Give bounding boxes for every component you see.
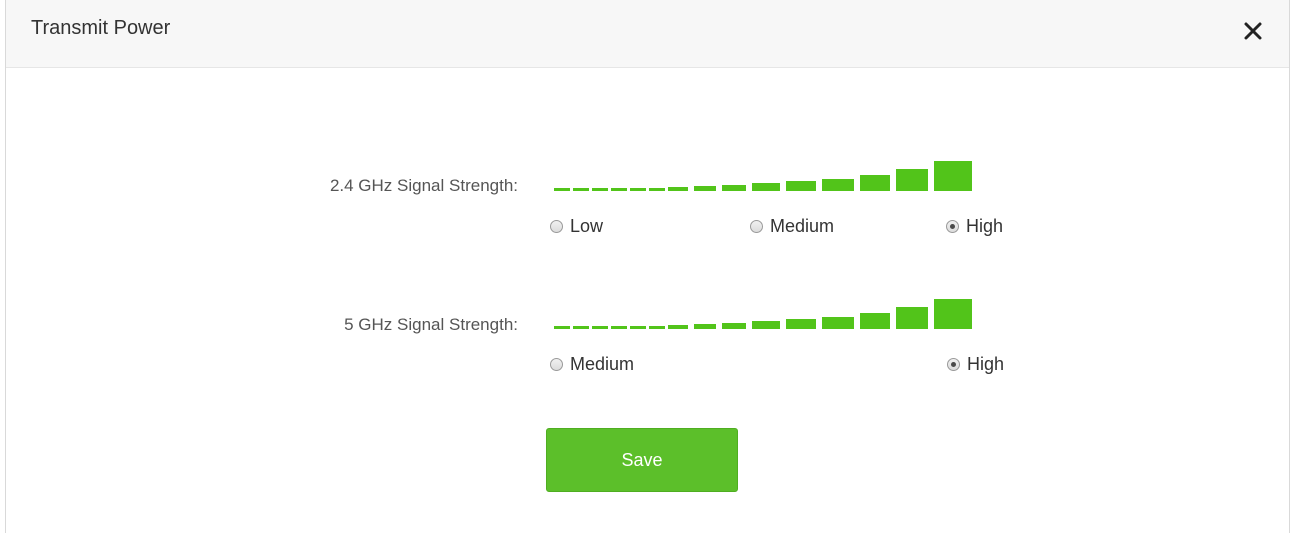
strength-bar-segment [592,326,608,329]
dialog-title: Transmit Power [31,17,171,39]
band-24-radio-group: Low Medium High [546,214,1026,238]
band-5-label: 5 GHz Signal Strength: [344,315,518,334]
strength-bar-segment [611,326,627,329]
band-24-label: 2.4 GHz Signal Strength: [329,176,518,195]
strength-bar-segment [786,319,816,329]
strength-bar-segment [649,326,665,329]
strength-bar-segment [630,188,646,191]
strength-bars-graphic [554,299,972,329]
strength-bar-segment [722,323,746,329]
strength-bar-segment [554,326,570,329]
radio-medium-indicator [550,357,563,371]
strength-bar-segment [860,313,890,329]
strength-bar-segment [611,188,627,191]
strength-bar-segment [554,188,570,191]
band-24-option-high[interactable]: High [946,214,1003,238]
strength-bar-segment [896,307,928,329]
strength-bar-segment [822,317,854,329]
band-24-strength-bars [546,160,1031,192]
strength-bar-segment [752,183,780,191]
strength-bar-segment [722,185,746,191]
close-icon[interactable] [1241,19,1265,43]
band-5-option-medium[interactable]: Medium [550,352,634,376]
radio-medium-label: Medium [570,353,635,374]
strength-bar-segment [896,169,928,191]
transmit-power-dialog: Transmit Power 2.4 GHz Signal Strength: … [5,0,1290,533]
radio-low-label: Low [570,215,604,236]
band-5-strength-bars [546,298,1031,330]
strength-bar-segment [668,325,688,329]
strength-bar-segment [822,179,854,191]
strength-bar-segment [786,181,816,191]
strength-bar-segment [649,188,665,191]
strength-bar-segment [630,326,646,329]
radio-high-indicator [946,219,959,233]
strength-bars-graphic [554,161,972,191]
radio-high-indicator [947,357,960,371]
strength-bar-segment [934,161,972,191]
strength-bar-segment [694,324,716,329]
dialog-header: Transmit Power [6,0,1289,68]
save-button[interactable]: Save [546,428,738,492]
band-5-option-high[interactable]: High [947,352,1004,376]
band-24-option-medium[interactable]: Medium [750,214,834,238]
radio-high-label: High [966,215,1004,236]
strength-bar-segment [860,175,890,191]
radio-medium-indicator [750,219,763,233]
band-5-radio-group: Medium High [546,352,1026,376]
strength-bar-segment [934,299,972,329]
radio-medium-label: Medium [770,215,835,236]
strength-bar-segment [573,188,589,191]
radio-high-label: High [967,353,1005,374]
strength-bar-segment [592,188,608,191]
radio-low-indicator [550,219,563,233]
strength-bar-segment [668,187,688,191]
strength-bar-segment [694,186,716,191]
band-24-option-low[interactable]: Low [550,214,603,238]
strength-bar-segment [752,321,780,329]
strength-bar-segment [573,326,589,329]
